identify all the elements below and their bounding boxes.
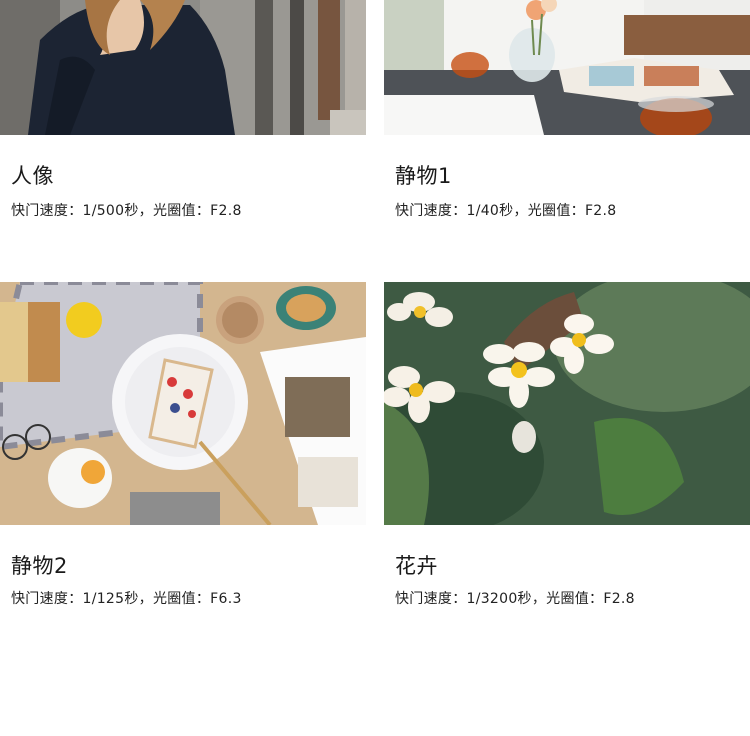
gallery-card-flowers[interactable]: 花卉 快门速度：1/3200秒，光圈值：F2.8 [384,282,750,622]
card-title: 花卉 [395,554,438,578]
card-title: 静物1 [395,164,452,188]
still-life-2-photo [0,282,366,525]
card-meta: 快门速度：1/40秒，光圈值：F2.8 [395,203,617,219]
still-life-1-photo [384,0,750,135]
card-meta: 快门速度：1/125秒，光圈值：F6.3 [11,591,242,607]
gallery-card-portrait[interactable]: 人像 快门速度：1/500秒，光圈值：F2.8 [0,0,366,240]
card-title: 静物2 [11,554,68,578]
card-meta: 快门速度：1/500秒，光圈值：F2.8 [11,203,242,219]
card-title: 人像 [11,164,54,188]
flowers-photo [384,282,750,525]
gallery-card-still-life-1[interactable]: 静物1 快门速度：1/40秒，光圈值：F2.8 [384,0,750,240]
portrait-photo [0,0,366,135]
card-meta: 快门速度：1/3200秒，光圈值：F2.8 [395,591,635,607]
gallery-card-still-life-2[interactable]: 静物2 快门速度：1/125秒，光圈值：F6.3 [0,282,366,622]
